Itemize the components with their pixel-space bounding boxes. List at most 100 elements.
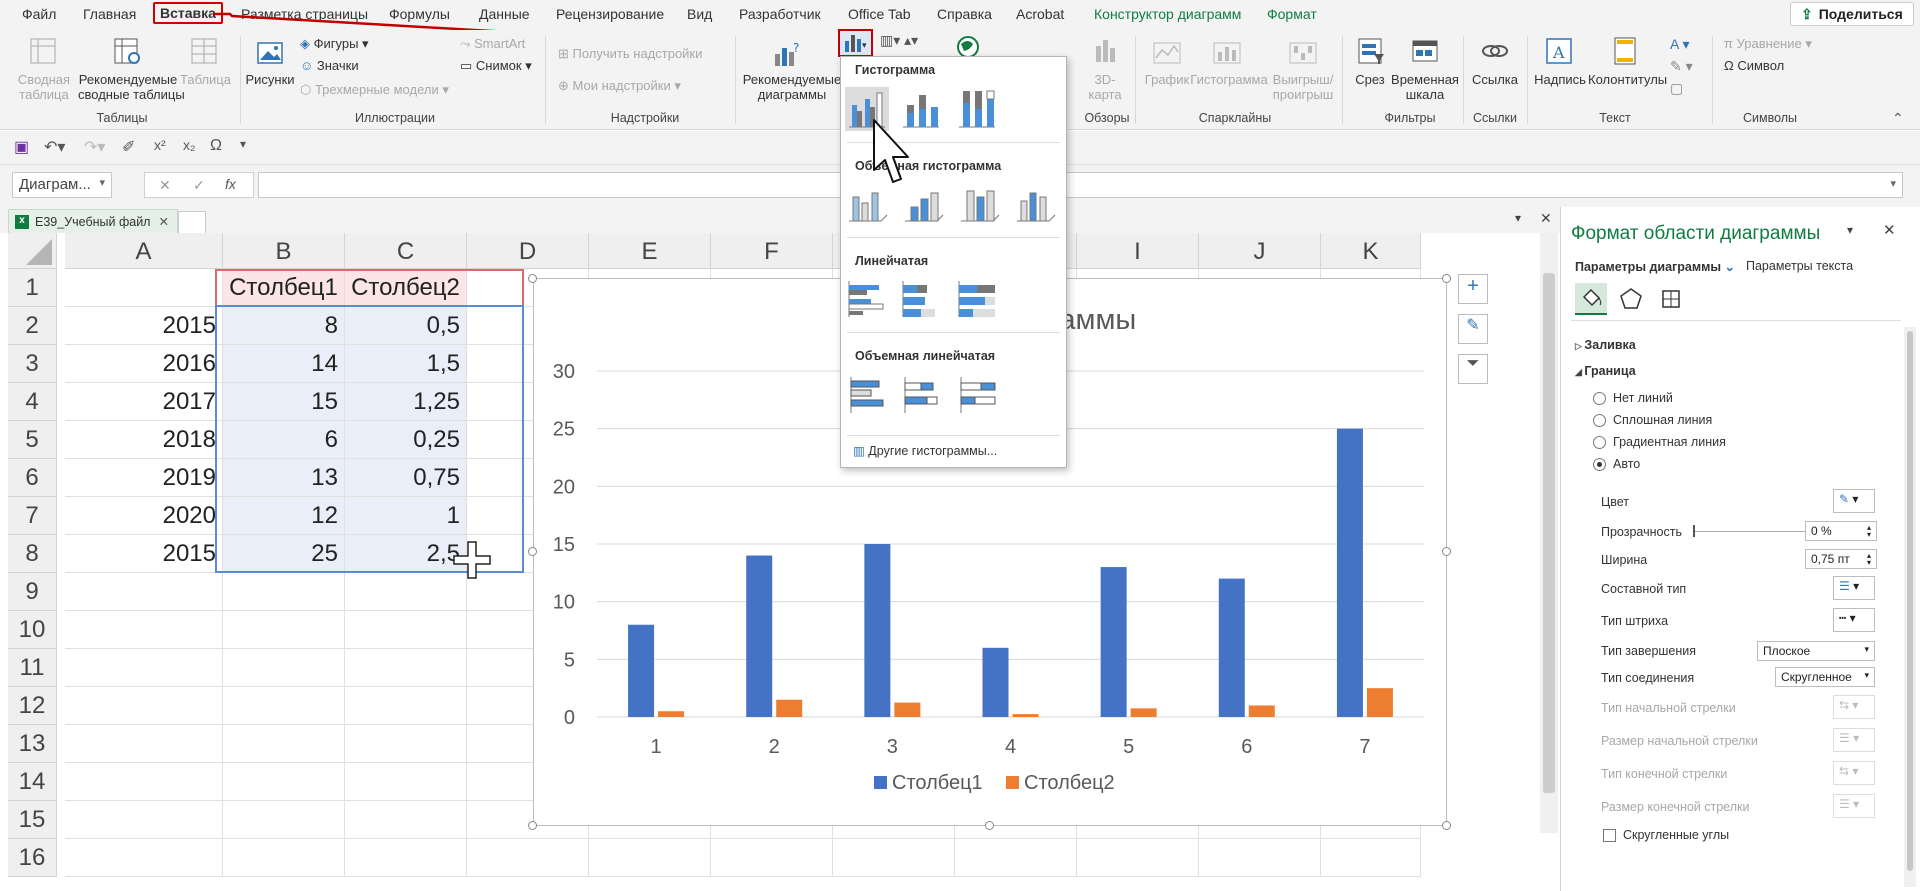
cell-G16[interactable] (833, 839, 955, 877)
close-pane-icon[interactable]: ✕ (1883, 221, 1896, 239)
cell-K16[interactable] (1321, 839, 1421, 877)
bar-1-2[interactable] (746, 555, 773, 717)
bar-2-3[interactable] (894, 702, 921, 717)
resize-handle[interactable] (528, 274, 537, 283)
row-header-2[interactable]: 2 (8, 307, 57, 345)
cell-C6[interactable]: 0,75 (345, 459, 467, 497)
chart-elements-button[interactable]: + (1458, 274, 1488, 304)
cell-A15[interactable] (65, 801, 223, 839)
chart-filters-button[interactable]: ⏷ (1458, 354, 1488, 384)
row-header-14[interactable]: 14 (8, 763, 57, 801)
cell-B14[interactable] (223, 763, 345, 801)
slicer-button[interactable]: Срез (1352, 72, 1388, 87)
pane-scrollbar-thumb[interactable] (1907, 331, 1913, 871)
cell-C16[interactable] (345, 839, 467, 877)
cell-B3[interactable]: 14 (223, 345, 345, 383)
new-tab[interactable] (178, 211, 206, 233)
textbox-button[interactable]: Надпись (1534, 72, 1586, 87)
sparkline-line-button[interactable]: График (1143, 72, 1191, 87)
cell-I16[interactable] (1077, 839, 1199, 877)
column-header-K[interactable]: K (1321, 233, 1421, 269)
workbook-tab[interactable]: x E39_Учебный файл ✕ (8, 209, 178, 233)
resize-handle[interactable] (1442, 547, 1451, 556)
tab-list-icon[interactable]: ▾ (1515, 211, 1521, 225)
cell-B10[interactable] (223, 611, 345, 649)
resize-handle[interactable] (1442, 821, 1451, 830)
header-footer-button[interactable]: Колонтитулы (1588, 72, 1667, 87)
cell-A2[interactable]: 2015 (65, 307, 223, 345)
dash-type-picker[interactable]: ┅ ▾ (1833, 608, 1875, 632)
width-input[interactable]: 0,75 пт ▴ ▾ (1805, 549, 1877, 569)
column-header-F[interactable]: F (711, 233, 833, 269)
bar-2-6[interactable] (1248, 705, 1275, 717)
bar-2-2[interactable] (776, 699, 803, 717)
cell-B7[interactable]: 12 (223, 497, 345, 535)
symbol-button[interactable]: Ω Символ (1724, 58, 1784, 73)
cell-B12[interactable] (223, 687, 345, 725)
redo-icon[interactable]: ↷▾ (84, 137, 105, 157)
timeline-button[interactable]: Временная шкала (1390, 72, 1460, 102)
radio-no-line[interactable] (1593, 392, 1606, 405)
row-header-15[interactable]: 15 (8, 801, 57, 839)
row-header-13[interactable]: 13 (8, 725, 57, 763)
cell-B11[interactable] (223, 649, 345, 687)
select-all-corner[interactable] (8, 233, 57, 269)
formula-input[interactable]: ▾ (258, 172, 1903, 198)
cell-A11[interactable] (65, 649, 223, 687)
cell-B15[interactable] (223, 801, 345, 839)
cell-C2[interactable]: 0,5 (345, 307, 467, 345)
begin-arrow-type-picker[interactable]: ⇆ ▾ (1833, 695, 1875, 719)
cell-C13[interactable] (345, 725, 467, 763)
cell-A3[interactable]: 2016 (65, 345, 223, 383)
cell-A14[interactable] (65, 763, 223, 801)
cell-C10[interactable] (345, 611, 467, 649)
cell-J16[interactable] (1199, 839, 1321, 877)
object-icon[interactable]: ▢ (1670, 80, 1683, 97)
get-addins-button[interactable]: ⊞ Получить надстройки (558, 46, 702, 61)
cell-C14[interactable] (345, 763, 467, 801)
bar-1-6[interactable] (1218, 578, 1245, 717)
cell-B16[interactable] (223, 839, 345, 877)
row-header-7[interactable]: 7 (8, 497, 57, 535)
tab-chart-options[interactable]: Параметры диаграммы ⌄ (1575, 259, 1735, 274)
cell-C11[interactable] (345, 649, 467, 687)
pivot-table-button[interactable]: Сводная таблица (14, 72, 74, 102)
row-header-16[interactable]: 16 (8, 839, 57, 877)
cell-B6[interactable]: 13 (223, 459, 345, 497)
link-button[interactable]: Ссылка (1470, 72, 1520, 87)
3d-map-button[interactable]: 3D-карта (1085, 72, 1125, 102)
insert-function-button[interactable]: fx (225, 176, 236, 192)
cell-C5[interactable]: 0,25 (345, 421, 467, 459)
resize-handle[interactable] (528, 821, 537, 830)
cell-B13[interactable] (223, 725, 345, 763)
undo-icon[interactable]: ↶▾ (44, 137, 65, 157)
cell-B8[interactable]: 25 (223, 535, 345, 573)
pictures-button[interactable]: Рисунки (245, 72, 295, 87)
cell-A8[interactable]: 2015 (65, 535, 223, 573)
3d-stacked-bar-option[interactable] (899, 373, 943, 417)
close-window-icon[interactable]: ✕ (1540, 210, 1552, 227)
cell-B2[interactable]: 8 (223, 307, 345, 345)
row-header-9[interactable]: 9 (8, 573, 57, 611)
cell-A1[interactable] (65, 269, 223, 307)
pane-options-icon[interactable]: ▾ (1847, 223, 1853, 237)
pane-scrollbar[interactable] (1904, 327, 1916, 887)
cell-H16[interactable] (955, 839, 1077, 877)
bar-1-1[interactable] (628, 624, 655, 717)
radio-solid-line[interactable] (1593, 414, 1606, 427)
table-button[interactable]: Таблица (180, 72, 231, 87)
effects-tab[interactable] (1615, 283, 1647, 315)
row-header-11[interactable]: 11 (8, 649, 57, 687)
cell-A12[interactable] (65, 687, 223, 725)
3d-clustered-bar-option[interactable] (845, 373, 889, 417)
cell-B1[interactable]: Столбец1 (223, 269, 345, 307)
row-header-12[interactable]: 12 (8, 687, 57, 725)
save-icon[interactable]: ▣ (14, 137, 29, 157)
row-header-5[interactable]: 5 (8, 421, 57, 459)
cell-A7[interactable]: 2020 (65, 497, 223, 535)
cell-C9[interactable] (345, 573, 467, 611)
column-header-D[interactable]: D (467, 233, 589, 269)
row-header-4[interactable]: 4 (8, 383, 57, 421)
format-painter-icon[interactable]: ✐ (122, 137, 135, 157)
superscript-icon[interactable]: x² (154, 137, 166, 153)
